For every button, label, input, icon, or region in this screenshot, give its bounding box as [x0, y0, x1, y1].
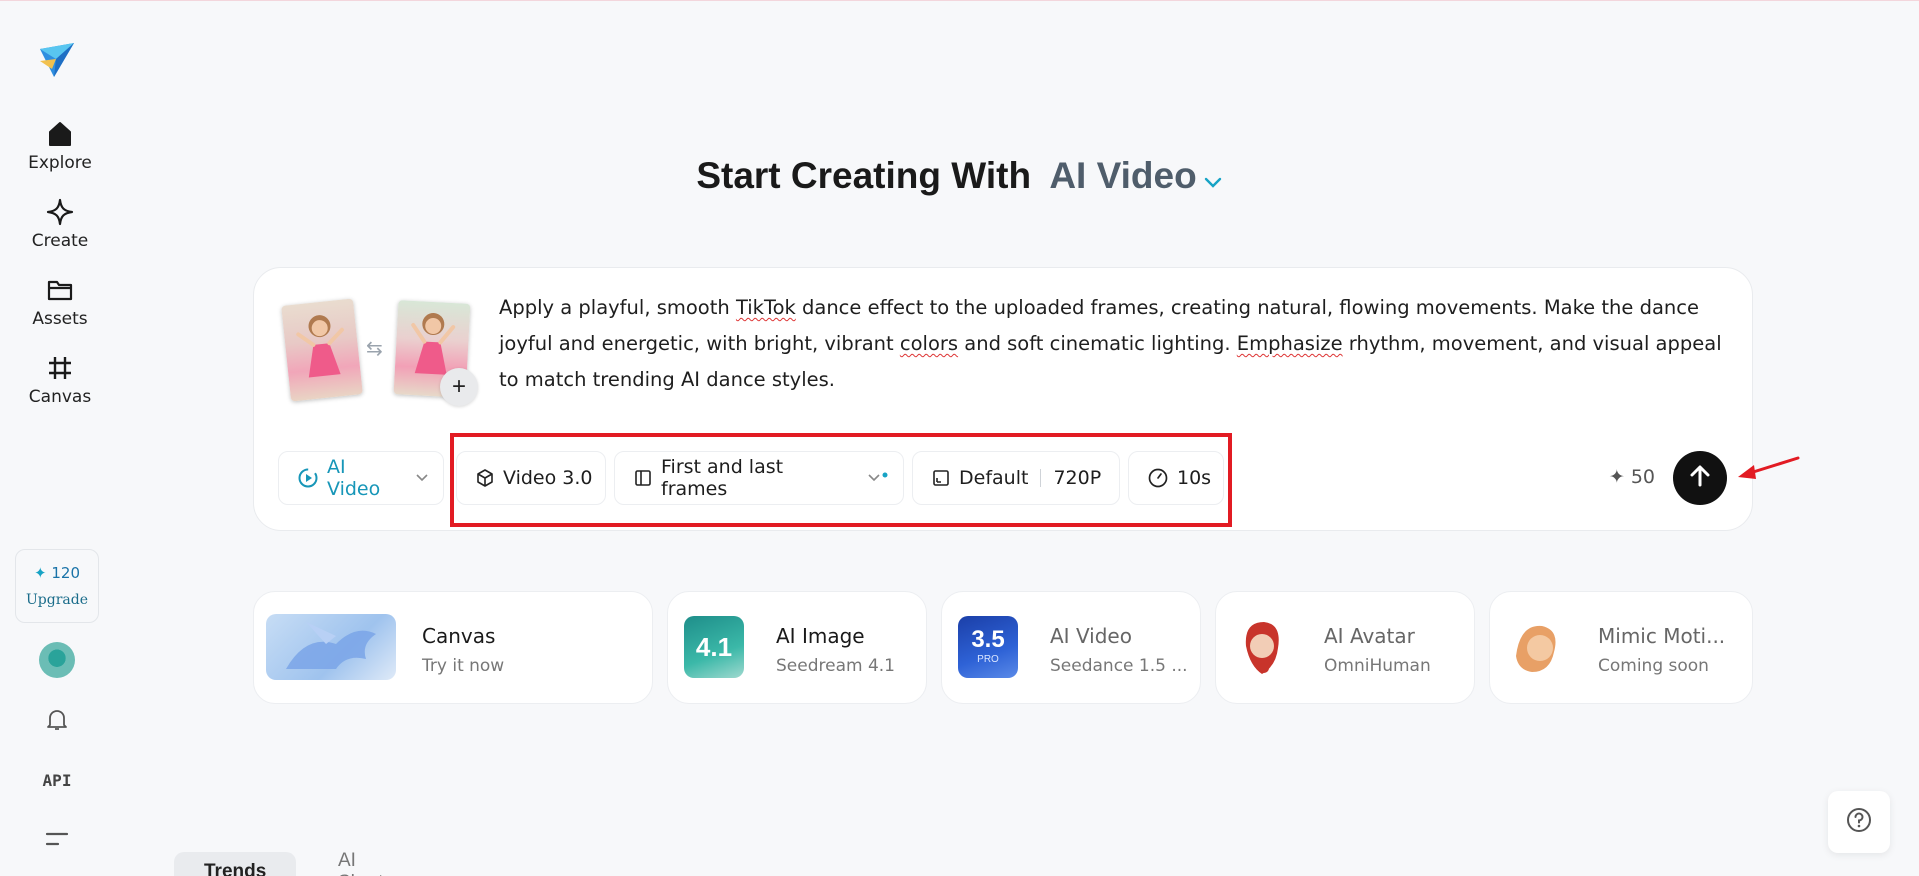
credits-amount: ✦ 120 — [34, 564, 80, 582]
feature-subtitle: Coming soon — [1598, 656, 1709, 676]
avatar[interactable] — [39, 642, 75, 678]
annotation-arrow-icon — [1736, 455, 1800, 490]
help-button[interactable] — [1828, 791, 1890, 853]
feature-card-mimic-motion[interactable]: Mimic Moti... Coming soon — [1489, 591, 1753, 704]
nav-label: Create — [31, 231, 89, 251]
feature-card-ai-image[interactable]: 4.1 AI Image Seedream 4.1 — [667, 591, 927, 704]
feature-card-ai-avatar[interactable]: AI Avatar OmniHuman — [1215, 591, 1475, 704]
upgrade-link[interactable]: Upgrade — [26, 592, 88, 608]
arrow-up-icon — [1687, 463, 1713, 494]
mode-label: AI Video — [1049, 155, 1197, 196]
chevron-down-icon — [1203, 157, 1223, 199]
credits-value: 120 — [51, 564, 80, 582]
feature-title: AI Video — [1050, 624, 1132, 648]
first-frame-thumbnail[interactable] — [281, 298, 363, 402]
feature-title: Canvas — [422, 624, 496, 648]
mode-dropdown-label: AI Video — [327, 456, 381, 500]
nav-item-canvas[interactable]: Canvas — [14, 345, 106, 415]
feature-subtitle: OmniHuman — [1324, 656, 1431, 676]
nav-label: Canvas — [28, 387, 92, 407]
chevron-down-icon — [415, 473, 429, 483]
mode-switcher[interactable]: AI Video — [1049, 155, 1222, 196]
tab-trends[interactable]: Trends — [174, 852, 297, 876]
ai-video-badge: 3.5 — [971, 626, 1005, 653]
help-icon — [1845, 806, 1873, 839]
app-logo[interactable] — [36, 39, 78, 81]
ai-image-badge: 4.1 — [695, 632, 733, 662]
prompt-text-segment: Apply a playful, smooth — [499, 296, 736, 319]
title-prefix: Start Creating With — [696, 155, 1032, 196]
ai-video-badge-sub: PRO — [977, 654, 999, 665]
sparkle-icon — [45, 197, 75, 227]
feature-title: AI Image — [776, 624, 865, 648]
api-link[interactable]: API — [40, 763, 74, 797]
ai-image-thumbnail: 4.1 — [684, 616, 744, 678]
generation-cost: ✦ 50 — [1609, 466, 1655, 488]
prompt-card: ⇆ + Apply a playful, smooth TikTok dance… — [253, 267, 1753, 531]
canvas-thumbnail — [266, 614, 396, 680]
mimic-motion-thumbnail — [1506, 616, 1566, 678]
page-title: Start Creating With AI Video — [0, 155, 1919, 199]
credits-upgrade-box[interactable]: ✦ 120 Upgrade — [15, 549, 99, 623]
star-icon: ✦ — [34, 564, 47, 582]
feature-card-ai-video[interactable]: 3.5 PRO AI Video Seedance 1.5 ... — [941, 591, 1201, 704]
video-mode-icon — [297, 467, 319, 489]
mode-dropdown[interactable]: AI Video — [278, 451, 444, 505]
home-icon — [45, 119, 75, 149]
tab-ai-shorts[interactable]: AI Shorts — [308, 850, 423, 876]
feature-subtitle: Seedream 4.1 — [776, 656, 895, 676]
ai-video-thumbnail: 3.5 PRO — [958, 616, 1018, 678]
star-icon: ✦ — [1608, 466, 1625, 488]
cost-value: 50 — [1630, 466, 1655, 488]
highlight-annotation-box — [450, 433, 1232, 527]
nav-item-create[interactable]: Create — [14, 189, 106, 259]
feature-subtitle: Seedance 1.5 ... — [1050, 656, 1188, 676]
prompt-text-segment: TikTok — [735, 296, 796, 319]
nav-label: Assets — [32, 309, 88, 329]
swap-frames-icon[interactable]: ⇆ — [366, 336, 383, 361]
feature-subtitle: Try it now — [422, 656, 505, 676]
prompt-text-segment: Emphasize — [1236, 332, 1343, 355]
nav-item-assets[interactable]: Assets — [14, 267, 106, 337]
ai-avatar-thumbnail — [1232, 616, 1292, 678]
folder-icon — [45, 275, 75, 305]
add-frame-button[interactable]: + — [440, 368, 478, 406]
prompt-text-segment: and soft cinematic lighting. — [958, 332, 1237, 355]
feature-card-canvas[interactable]: Canvas Try it now — [253, 591, 653, 704]
menu-icon[interactable] — [40, 823, 74, 857]
prompt-text-segment: colors — [899, 332, 959, 355]
bell-icon[interactable] — [40, 703, 74, 737]
sidebar: Explore Create Assets Canvas ✦ 120 Upgra… — [0, 1, 120, 876]
prompt-input[interactable]: Apply a playful, smooth TikTok dance eff… — [499, 290, 1729, 398]
api-label: API — [42, 770, 72, 790]
feature-title: Mimic Moti... — [1598, 624, 1726, 648]
frame-icon — [45, 353, 75, 383]
generate-button[interactable] — [1673, 451, 1727, 505]
feature-title: AI Avatar — [1324, 624, 1415, 648]
